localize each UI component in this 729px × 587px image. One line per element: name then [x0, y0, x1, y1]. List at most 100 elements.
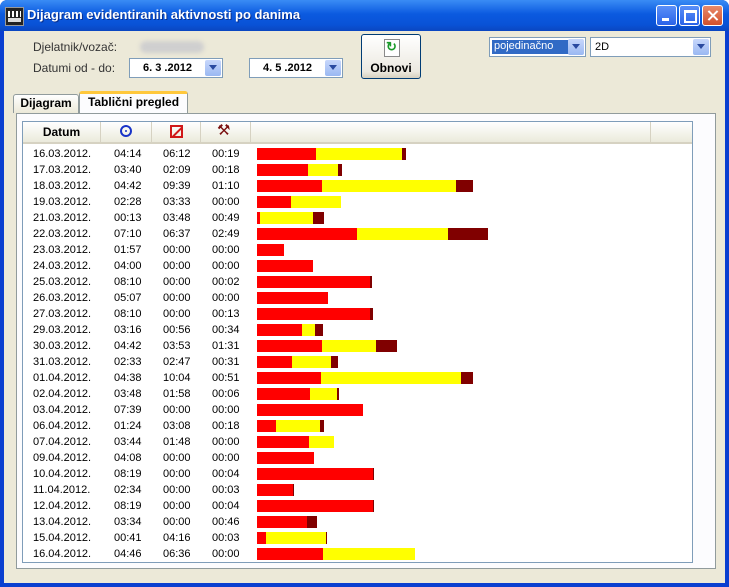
row-value-c3: 00:00: [212, 436, 240, 448]
column-header-driving[interactable]: [101, 122, 152, 142]
row-activity-bar: [257, 468, 677, 480]
mode-select[interactable]: pojedinačno: [489, 37, 586, 57]
maximize-button[interactable]: [679, 5, 700, 26]
bar-segment-work: [292, 484, 295, 496]
row-activity-bar: [257, 516, 677, 528]
bar-segment-availability: [266, 532, 326, 544]
employee-name-redacted: [140, 41, 204, 53]
bar-segment-driving: [257, 148, 316, 160]
table-row[interactable]: 16.03.2012. 04:14 06:12 00:19: [23, 146, 692, 162]
column-header-chart[interactable]: [251, 122, 651, 142]
tab-tablicni-pregled[interactable]: Tablični pregled: [79, 91, 188, 113]
bar-segment-work: [337, 164, 342, 176]
row-value-c3: 00:34: [212, 324, 240, 336]
table-row[interactable]: 13.04.2012. 03:34 00:00 00:46: [23, 514, 692, 530]
table-row[interactable]: 25.03.2012. 08:10 00:00 00:02: [23, 274, 692, 290]
table-row[interactable]: 27.03.2012. 08:10 00:00 00:13: [23, 306, 692, 322]
column-header-availability[interactable]: [152, 122, 201, 142]
table-row[interactable]: 21.03.2012. 00:13 03:48 00:49: [23, 210, 692, 226]
table-row[interactable]: 03.04.2012. 07:39 00:00 00:00: [23, 402, 692, 418]
employee-label: Djelatnik/vozač:: [33, 40, 118, 54]
title-bar[interactable]: Dijagram evidentiranih aktivnosti po dan…: [0, 0, 729, 31]
row-date: 16.04.2012.: [33, 548, 92, 560]
row-value-c1: 02:34: [114, 484, 142, 496]
minimize-button[interactable]: [656, 5, 677, 26]
table-row[interactable]: 22.03.2012. 07:10 06:37 02:49: [23, 226, 692, 242]
row-value-c1: 02:33: [114, 356, 142, 368]
row-value-c2: 00:00: [163, 292, 191, 304]
row-value-c1: 07:39: [114, 404, 142, 416]
date-from-picker[interactable]: 6. 3 .2012: [129, 58, 223, 78]
bar-segment-work: [319, 420, 325, 432]
bar-segment-work: [448, 228, 488, 240]
table-row[interactable]: 30.03.2012. 04:42 03:53 01:31: [23, 338, 692, 354]
bar-segment-availability: [260, 212, 313, 224]
row-date: 12.04.2012.: [33, 500, 92, 512]
chevron-down-icon[interactable]: [693, 39, 709, 55]
row-value-c2: 03:33: [163, 196, 191, 208]
row-value-c3: 00:04: [212, 468, 240, 480]
row-value-c1: 00:13: [114, 212, 142, 224]
bar-segment-driving: [257, 196, 292, 208]
chevron-down-icon[interactable]: [325, 60, 341, 76]
table-row[interactable]: 10.04.2012. 08:19 00:00 00:04: [23, 466, 692, 482]
table-row[interactable]: 17.03.2012. 03:40 02:09 00:18: [23, 162, 692, 178]
row-value-c2: 06:37: [163, 228, 191, 240]
bar-segment-driving: [257, 548, 324, 560]
column-header-date[interactable]: Datum: [23, 122, 101, 142]
bar-segment-driving: [257, 420, 277, 432]
row-value-c1: 01:57: [114, 244, 142, 256]
row-value-c2: 01:58: [163, 388, 191, 400]
row-activity-bar: [257, 356, 677, 368]
table-row[interactable]: 12.04.2012. 08:19 00:00 00:04: [23, 498, 692, 514]
table-row[interactable]: 09.04.2012. 04:08 00:00 00:00: [23, 450, 692, 466]
bar-segment-availability: [302, 324, 316, 336]
chevron-down-icon[interactable]: [205, 60, 221, 76]
table-row[interactable]: 15.04.2012. 00:41 04:16 00:03: [23, 530, 692, 546]
bar-segment-availability: [309, 388, 338, 400]
row-date: 25.03.2012.: [33, 276, 92, 288]
refresh-button[interactable]: Obnovi: [361, 34, 421, 79]
row-value-c1: 00:41: [114, 532, 142, 544]
table-row[interactable]: 07.04.2012. 03:44 01:48 00:00: [23, 434, 692, 450]
bar-segment-driving: [257, 500, 373, 512]
view-select[interactable]: 2D: [590, 37, 711, 57]
bar-segment-availability: [323, 548, 415, 560]
table-row[interactable]: 23.03.2012. 01:57 00:00 00:00: [23, 242, 692, 258]
app-clapper-icon[interactable]: [5, 7, 24, 26]
table-row[interactable]: 29.03.2012. 03:16 00:56 00:34: [23, 322, 692, 338]
table-row[interactable]: 31.03.2012. 02:33 02:47 00:31: [23, 354, 692, 370]
row-value-c3: 00:31: [212, 356, 240, 368]
row-activity-bar: [257, 244, 677, 256]
bar-segment-work: [315, 324, 324, 336]
bar-segment-work: [337, 388, 339, 400]
row-date: 23.03.2012.: [33, 244, 92, 256]
table-row[interactable]: 02.04.2012. 03:48 01:58 00:06: [23, 386, 692, 402]
row-activity-bar: [257, 404, 677, 416]
table-row[interactable]: 16.04.2012. 04:46 06:36 00:00: [23, 546, 692, 562]
table-row[interactable]: 01.04.2012. 04:38 10:04 00:51: [23, 370, 692, 386]
row-value-c3: 00:03: [212, 532, 240, 544]
grid-header: Datum ⚒: [23, 122, 692, 144]
row-date: 15.04.2012.: [33, 532, 92, 544]
table-row[interactable]: 26.03.2012. 05:07 00:00 00:00: [23, 290, 692, 306]
row-value-c2: 00:00: [163, 500, 191, 512]
bar-segment-driving: [257, 436, 309, 448]
row-value-c3: 00:18: [212, 420, 240, 432]
table-row[interactable]: 19.03.2012. 02:28 03:33 00:00: [23, 194, 692, 210]
bar-segment-availability: [356, 228, 449, 240]
chevron-down-icon[interactable]: [568, 39, 584, 55]
row-value-c2: 00:00: [163, 484, 191, 496]
table-row[interactable]: 18.03.2012. 04:42 09:39 01:10: [23, 178, 692, 194]
row-value-c2: 03:08: [163, 420, 191, 432]
table-row[interactable]: 11.04.2012. 02:34 00:00 00:03: [23, 482, 692, 498]
bar-segment-work: [372, 468, 375, 480]
bar-segment-driving: [257, 388, 310, 400]
table-row[interactable]: 06.04.2012. 01:24 03:08 00:18: [23, 418, 692, 434]
bar-segment-work: [331, 356, 339, 368]
date-to-picker[interactable]: 4. 5 .2012: [249, 58, 343, 78]
column-header-work[interactable]: ⚒: [201, 122, 251, 142]
table-row[interactable]: 24.03.2012. 04:00 00:00 00:00: [23, 258, 692, 274]
tab-dijagram[interactable]: Dijagram: [13, 94, 79, 113]
close-button[interactable]: [702, 5, 723, 26]
